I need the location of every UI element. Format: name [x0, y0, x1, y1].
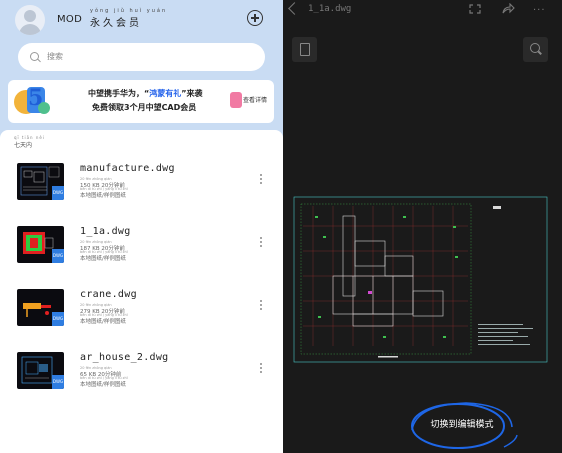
file-location: běn dì tú zhǐ / yàng lì tú zhǐ 本地图纸/样例图纸	[80, 250, 128, 262]
document-icon	[300, 43, 310, 56]
banner-headline-highlight: 鸿蒙有礼	[149, 89, 182, 98]
location-text: 本地图纸/样例图纸	[80, 193, 126, 199]
promo-banner[interactable]: 5 中望携手华为，“鸿蒙有礼”来袭 免费领取3个月中望CAD会员 查看详情	[8, 80, 274, 123]
member-badge[interactable]: yǒng jiǔ huì yuán 永久会员	[90, 8, 167, 29]
list-item[interactable]: DWG manufacture.dwg 20 fēn zhōng qián 150…	[0, 163, 283, 213]
file-button[interactable]	[292, 37, 317, 62]
more-options-icon[interactable]	[259, 174, 263, 188]
location-text: 本地图纸/样例图纸	[80, 382, 126, 388]
section-header: qī tiān nèi 七天内	[14, 135, 45, 149]
viewer-title: 1_1a.dwg	[308, 4, 352, 14]
avatar-head	[24, 10, 36, 22]
username: MOD	[57, 14, 83, 25]
dwg-badge: DWG	[52, 186, 64, 200]
time-pinyin: 20 fēn zhōng qián	[80, 240, 112, 244]
section-label: 七天内	[14, 142, 33, 149]
more-icon[interactable]: ···	[533, 5, 546, 16]
file-thumbnail: DWG	[17, 352, 64, 389]
fullscreen-icon[interactable]	[469, 4, 481, 14]
banner-five-logo: 5	[28, 85, 44, 111]
zoom-icon	[530, 43, 540, 53]
banner-subline: 免费领取3个月中望CAD会员	[92, 103, 197, 112]
banner-headline-suffix: ”来袭	[181, 89, 203, 98]
time-pinyin: 20 fēn zhōng qián	[80, 177, 112, 181]
dwg-badge: DWG	[52, 249, 64, 263]
file-browser-panel: MOD yǒng jiǔ huì yuán 永久会员 搜索 5 中望携手华为，“…	[0, 0, 283, 453]
banner-headline: 中望携手华为，“鸿蒙有礼”来袭	[88, 88, 203, 99]
dimension-marks	[315, 216, 458, 338]
file-thumbnail: DWG	[17, 163, 64, 200]
list-item[interactable]: DWG 1_1a.dwg 20 fēn zhōng qián 187 KB 20分…	[0, 226, 283, 276]
search-bar[interactable]: 搜索	[18, 43, 265, 71]
location-text: 本地图纸/样例图纸	[80, 256, 126, 262]
floor-plan	[332, 215, 444, 327]
banner-detail-link[interactable]: 查看详情	[243, 95, 267, 104]
location-pinyin: běn dì tú zhǐ / yàng lì tú zhǐ	[80, 187, 128, 191]
location-pinyin: běn dì tú zhǐ / yàng lì tú zhǐ	[80, 313, 128, 317]
list-item[interactable]: DWG ar_house_2.dwg 20 fēn zhōng qián 65 K…	[0, 352, 283, 402]
time-pinyin: 20 fēn zhōng qián	[80, 366, 112, 370]
more-options-icon[interactable]	[259, 300, 263, 314]
avatar[interactable]	[15, 5, 45, 35]
share-icon[interactable]	[501, 3, 515, 15]
avatar-body	[19, 24, 41, 35]
notes-text	[478, 324, 533, 345]
list-item[interactable]: DWG crane.dwg 20 fēn zhōng qián 279 KB 20…	[0, 289, 283, 339]
file-thumbnail: DWG	[17, 289, 64, 326]
location-pinyin: běn dì tú zhǐ / yàng lì tú zhǐ	[80, 376, 128, 380]
search-icon	[30, 52, 39, 61]
dwg-badge: DWG	[52, 375, 64, 389]
back-icon[interactable]	[288, 2, 301, 15]
file-name: 1_1a.dwg	[80, 226, 131, 237]
banner-headline-prefix: 中望携手华为，“	[88, 89, 150, 98]
cad-drawing[interactable]	[293, 196, 548, 363]
gift-icon	[230, 92, 242, 108]
file-location: běn dì tú zhǐ / yàng lì tú zhǐ 本地图纸/样例图纸	[80, 187, 128, 199]
file-location: běn dì tú zhǐ / yàng lì tú zhǐ 本地图纸/样例图纸	[80, 313, 128, 325]
dwg-badge: DWG	[52, 312, 64, 326]
more-options-icon[interactable]	[259, 237, 263, 251]
section-pinyin: qī tiān nèi	[14, 135, 45, 140]
drawing-viewer: 1_1a.dwg ··· 切换到编辑模式	[283, 0, 562, 453]
file-name: crane.dwg	[80, 289, 137, 300]
zoom-button[interactable]	[523, 37, 548, 62]
add-icon[interactable]	[247, 10, 263, 26]
more-options-icon[interactable]	[259, 363, 263, 377]
highlight-ring	[411, 402, 518, 449]
member-label: 永久会员	[90, 18, 142, 29]
location-text: 本地图纸/样例图纸	[80, 319, 126, 325]
file-name: ar_house_2.dwg	[80, 352, 169, 363]
file-location: běn dì tú zhǐ / yàng lì tú zhǐ 本地图纸/样例图纸	[80, 376, 128, 388]
location-pinyin: běn dì tú zhǐ / yàng lì tú zhǐ	[80, 250, 128, 254]
time-pinyin: 20 fēn zhōng qián	[80, 303, 112, 307]
file-name: manufacture.dwg	[80, 163, 175, 174]
file-thumbnail: DWG	[17, 226, 64, 263]
search-placeholder: 搜索	[47, 52, 63, 61]
